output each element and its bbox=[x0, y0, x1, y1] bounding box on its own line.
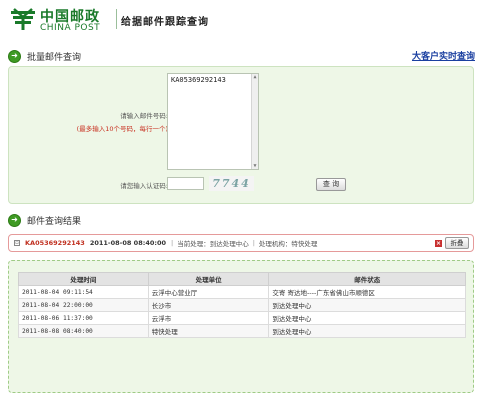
logo-english-text: CHINA POST bbox=[40, 23, 101, 33]
page-title: 给据邮件跟踪查询 bbox=[121, 17, 209, 28]
summary-separator: | bbox=[171, 239, 174, 247]
summary-mail-number: KA05369292143 bbox=[25, 239, 85, 247]
vip-realtime-query-link[interactable]: 大客户实时查询 bbox=[412, 49, 475, 62]
cell-time: 2011-08-04 09:11:54 bbox=[18, 285, 149, 299]
column-header-time: 处理时间 bbox=[18, 272, 149, 286]
scroll-down-icon[interactable]: ▼ bbox=[252, 163, 258, 169]
summary-separator: | bbox=[252, 239, 255, 247]
cell-office: 特快处理 bbox=[147, 324, 270, 338]
cell-time: 2011-08-08 08:40:00 bbox=[18, 324, 149, 338]
batch-query-heading: ➜ 批量邮件查询 bbox=[8, 49, 81, 63]
expand-icon[interactable]: ▫ bbox=[14, 240, 20, 246]
captcha-input[interactable] bbox=[167, 177, 204, 190]
cell-office: 云浮市 bbox=[147, 311, 270, 325]
results-heading: ➜ 邮件查询结果 bbox=[8, 213, 81, 227]
table-row: 2011-08-08 08:40:00 特快处理 到达处理中心 bbox=[18, 324, 466, 338]
cell-status: 到达处理中心 bbox=[268, 311, 466, 325]
result-summary-bar: ▫ KA05369292143 2011-08-08 08:40:00 | 当前… bbox=[8, 234, 474, 252]
table-row: 2011-08-06 11:37:00 云浮市 到达处理中心 bbox=[18, 311, 466, 325]
mail-number-tip: (最多输入10个号码，每行一个) bbox=[76, 125, 168, 133]
captcha-label: 请您输入认证码: bbox=[120, 182, 168, 190]
scroll-up-icon[interactable]: ▲ bbox=[252, 74, 258, 80]
cell-status: 交寄 寄达地----广东省佛山市顺德区 bbox=[268, 285, 466, 299]
tracking-table: 处理时间 处理单位 邮件状态 2011-08-04 09:11:54 云浮中心营… bbox=[18, 272, 466, 338]
cell-office: 长沙市 bbox=[147, 298, 270, 312]
header-divider bbox=[116, 9, 117, 29]
cell-time: 2011-08-06 11:37:00 bbox=[18, 311, 149, 325]
table-header-row: 处理时间 处理单位 邮件状态 bbox=[18, 272, 466, 286]
table-row: 2011-08-04 09:11:54 云浮中心营业厅 交寄 寄达地----广东… bbox=[18, 285, 466, 299]
china-post-logo-icon bbox=[11, 8, 35, 30]
mail-number-label: 请输入邮件号码: bbox=[120, 112, 168, 120]
cell-office: 云浮中心营业厅 bbox=[147, 285, 270, 299]
batch-query-title: 批量邮件查询 bbox=[27, 52, 82, 63]
query-button[interactable]: 查 询 bbox=[316, 178, 346, 191]
mail-number-value: KA05369292143 bbox=[171, 76, 226, 84]
summary-office: 处理机构：特快处理 bbox=[258, 240, 318, 248]
cell-status: 到达处理中心 bbox=[268, 324, 466, 338]
collapse-button[interactable]: 折叠 bbox=[445, 237, 469, 249]
page-header: 中国邮政 CHINA POST 给据邮件跟踪查询 bbox=[0, 0, 481, 40]
cell-time: 2011-08-04 22:00:00 bbox=[18, 298, 149, 312]
results-title: 邮件查询结果 bbox=[27, 216, 82, 227]
column-header-status: 邮件状态 bbox=[268, 272, 466, 286]
arrow-right-circle-icon: ➜ bbox=[8, 49, 21, 63]
summary-time: 2011-08-08 08:40:00 bbox=[89, 239, 167, 247]
summary-status: 当前处理：到达处理中心 bbox=[177, 240, 249, 248]
captcha-image[interactable]: 7744 bbox=[209, 176, 254, 191]
table-row: 2011-08-04 22:00:00 长沙市 到达处理中心 bbox=[18, 298, 466, 312]
textarea-scrollbar[interactable]: ▲ ▼ bbox=[251, 74, 258, 169]
mail-number-textarea[interactable]: KA05369292143 ▲ ▼ bbox=[167, 73, 259, 170]
close-icon[interactable]: × bbox=[435, 240, 442, 247]
column-header-office: 处理单位 bbox=[147, 272, 270, 286]
cell-status: 到达处理中心 bbox=[268, 298, 466, 312]
arrow-right-circle-icon: ➜ bbox=[8, 213, 21, 227]
